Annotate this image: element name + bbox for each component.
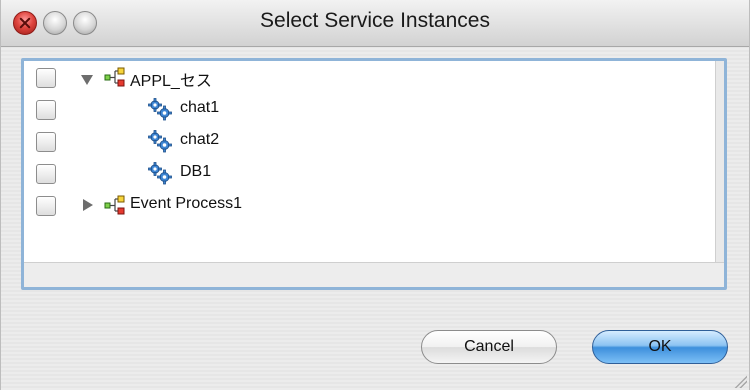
tree-row-db1[interactable]: DB1 [24, 161, 704, 191]
vertical-scrollbar[interactable] [715, 61, 724, 263]
horizontal-scrollbar[interactable] [24, 262, 724, 287]
tree-row-chat1[interactable]: chat1 [24, 97, 704, 127]
dialog-window: Select Service Instances APPL_セス chat1 c… [0, 0, 750, 390]
title-bar[interactable]: Select Service Instances [1, 0, 749, 47]
cancel-button[interactable]: Cancel [421, 330, 557, 364]
checkbox-chat1[interactable] [36, 100, 56, 120]
checkbox-chat2[interactable] [36, 132, 56, 152]
disclosure-right-icon[interactable] [83, 199, 93, 211]
tree-row-event-process1[interactable]: Event Process1 [24, 193, 704, 223]
tree-row-label: chat2 [180, 131, 220, 148]
component-tree-icon [104, 195, 125, 215]
gears-icon [148, 162, 172, 185]
tree-row-label: Event Process1 [130, 195, 243, 212]
gears-icon [148, 130, 172, 153]
gears-icon [148, 98, 172, 121]
tree-row-label: APPL_セス [130, 73, 212, 90]
tree-row-appl[interactable]: APPL_セス [24, 65, 704, 95]
tree-row-label: DB1 [180, 163, 212, 180]
ok-button[interactable]: OK [592, 330, 728, 364]
tree-row-label: chat1 [180, 99, 220, 116]
service-instance-tree[interactable]: APPL_セス chat1 chat2 DB1 Event Process1 [21, 58, 727, 290]
window-title: Select Service Instances [260, 9, 490, 32]
component-tree-icon [104, 67, 125, 87]
disclosure-down-icon[interactable] [81, 75, 93, 85]
checkbox-event-process1[interactable] [36, 196, 56, 216]
tree-row-chat2[interactable]: chat2 [24, 129, 704, 159]
checkbox-appl[interactable] [36, 68, 56, 88]
resize-grip-icon[interactable] [733, 374, 747, 388]
checkbox-db1[interactable] [36, 164, 56, 184]
